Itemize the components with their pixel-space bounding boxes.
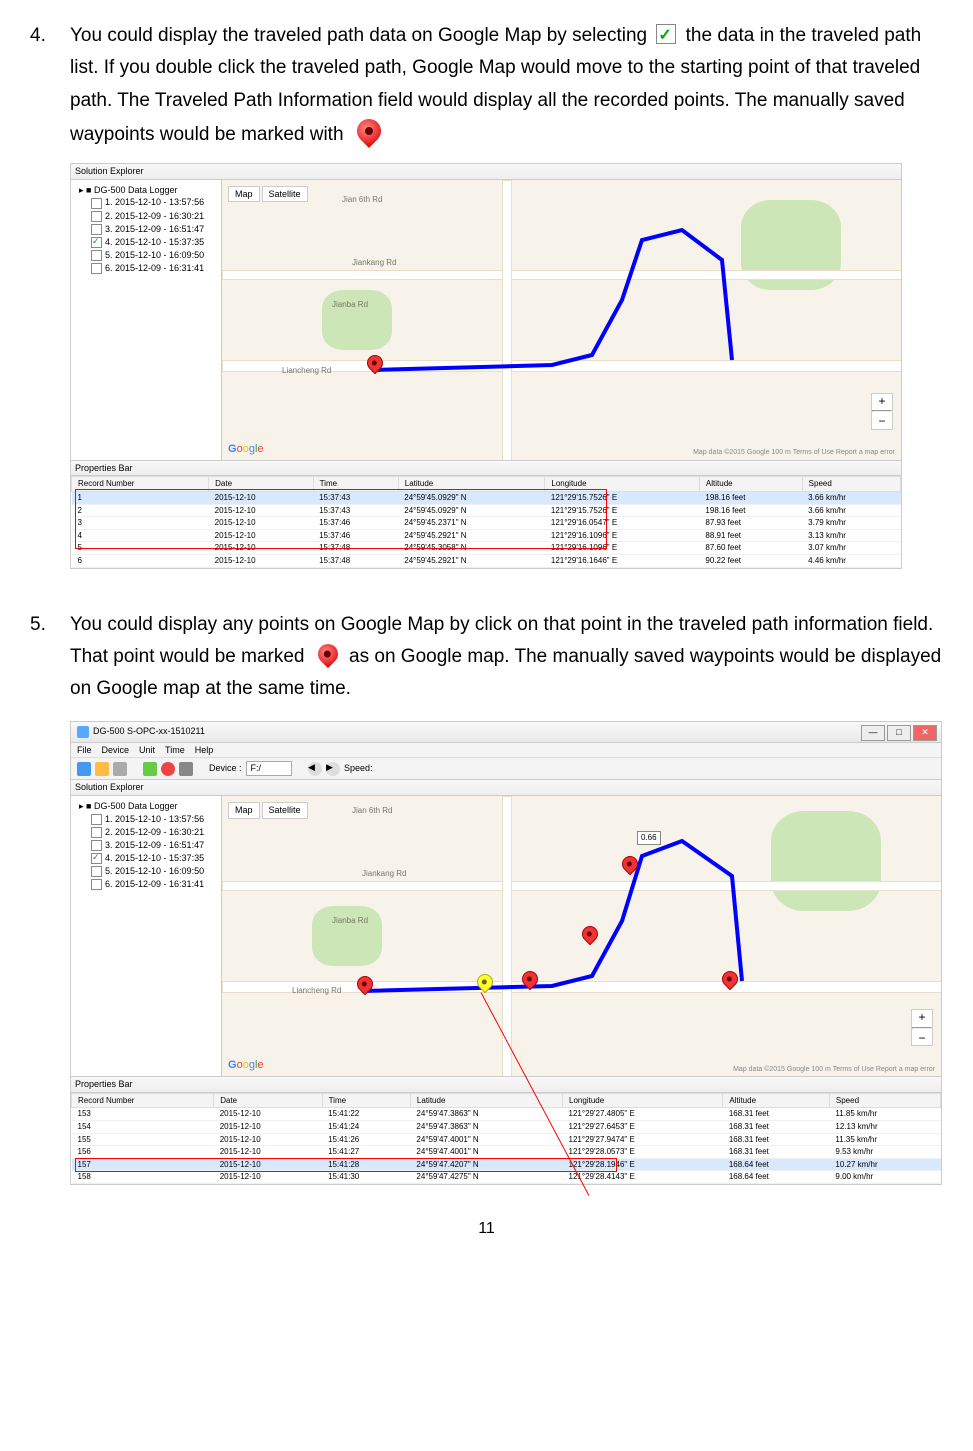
menu-item[interactable]: Time	[165, 745, 185, 755]
table-row[interactable]: 52015-12-1015:37:4824°59'45.3058" N121°2…	[72, 542, 901, 555]
column-header: Longitude	[563, 1093, 723, 1108]
new-icon[interactable]	[77, 762, 91, 776]
table-row[interactable]: 42015-12-1015:37:4624°59'45.2921" N121°2…	[72, 529, 901, 542]
column-header: Altitude	[699, 477, 802, 492]
stop-icon[interactable]	[161, 762, 175, 776]
tree: ▸ ■ DG-500 Data Logger 1. 2015-12-10 - 1…	[71, 796, 221, 896]
map-pin-icon	[314, 642, 340, 672]
list-item-4: 4. You could display the traveled path d…	[30, 20, 943, 594]
menu-item[interactable]: Unit	[139, 745, 155, 755]
column-header: Time	[313, 477, 398, 492]
close-button[interactable]: ✕	[913, 725, 937, 741]
map-area[interactable]: Map Satellite Jian 6th Rd Jiankang Rd Ji…	[222, 796, 941, 1076]
table-row[interactable]: 1552015-12-1015:41:2624°59'47.4001" N121…	[72, 1133, 941, 1146]
tree-item[interactable]: 5. 2015-12-10 - 16:09:50	[77, 249, 215, 262]
window-titlebar: DG-500 S-OPC-xx-1510211 — □ ✕	[71, 722, 941, 743]
tree-root[interactable]: ▸ ■ DG-500 Data Logger	[77, 184, 215, 197]
map-area[interactable]: Map Satellite Jian 6th Rd Jiankang Rd Ji…	[222, 180, 901, 460]
solution-explorer-header: Solution Explorer	[71, 780, 941, 796]
column-header: Latitude	[410, 1093, 562, 1108]
table-row[interactable]: 12015-12-1015:37:4324°59'45.0929" N121°2…	[72, 492, 901, 505]
tree-item[interactable]: 3. 2015-12-09 - 16:51:47	[77, 223, 215, 236]
properties-header: Properties Bar	[71, 1077, 941, 1093]
column-header: Date	[214, 1093, 322, 1108]
window-title: DG-500 S-OPC-xx-1510211	[93, 726, 205, 737]
properties-bar: Properties Bar Record NumberDateTimeLati…	[71, 1076, 941, 1184]
toolbar: Device : F:/ ◀ ▶ Speed:	[71, 758, 941, 780]
menubar: File Device Unit Time Help	[71, 743, 941, 759]
tree-item[interactable]: 5. 2015-12-10 - 16:09:50	[77, 865, 215, 878]
google-logo: Google	[228, 443, 264, 456]
list-number: 4.	[30, 20, 70, 594]
column-header: Time	[322, 1093, 410, 1108]
map-footer: Map data ©2015 Google 100 m Terms of Use…	[733, 1066, 935, 1074]
list-body: You could display the traveled path data…	[70, 20, 943, 594]
save-icon[interactable]	[95, 762, 109, 776]
minimize-button[interactable]: —	[861, 725, 885, 741]
map-value-marker: 0.66	[637, 831, 661, 845]
menu-item[interactable]: File	[77, 745, 92, 755]
solution-explorer-header: Solution Explorer	[71, 164, 901, 180]
table-row[interactable]: 1532015-12-1015:41:2224°59'47.3863" N121…	[72, 1108, 941, 1121]
menu-item[interactable]: Device	[102, 745, 130, 755]
table-row[interactable]: 1562015-12-1015:41:2724°59'47.4001" N121…	[72, 1146, 941, 1159]
tree: ▸ ■ DG-500 Data Logger 1. 2015-12-10 - 1…	[71, 180, 221, 280]
tree-item[interactable]: 1. 2015-12-10 - 13:57:56	[77, 813, 215, 826]
page-number: 11	[30, 1215, 943, 1242]
menu-item[interactable]: Help	[195, 745, 214, 755]
column-header: Date	[209, 477, 313, 492]
properties-bar: Properties Bar Record NumberDateTimeLati…	[71, 460, 901, 568]
list-item-5: 5. You could display any points on Googl…	[30, 609, 943, 706]
map-footer: Map data ©2015 Google 100 m Terms of Use…	[693, 449, 895, 457]
tree-item[interactable]: 6. 2015-12-09 - 16:31:41	[77, 878, 215, 891]
settings-icon[interactable]	[179, 762, 193, 776]
tree-item[interactable]: 1. 2015-12-10 - 13:57:56	[77, 196, 215, 209]
properties-header: Properties Bar	[71, 461, 901, 477]
map-pin-icon	[353, 117, 385, 153]
checkbox-icon	[656, 24, 676, 44]
column-header: Longitude	[545, 477, 700, 492]
table-row[interactable]: 1582015-12-1015:41:3024°59'47.4275" N121…	[72, 1171, 941, 1184]
speed-label: Speed:	[344, 763, 373, 774]
text-part: You could display the traveled path data…	[70, 25, 652, 46]
records-table: Record NumberDateTimeLatitudeLongitudeAl…	[71, 476, 901, 567]
records-table: Record NumberDateTimeLatitudeLongitudeAl…	[71, 1093, 941, 1184]
device-label: Device :	[209, 763, 242, 774]
column-header: Speed	[802, 477, 900, 492]
tree-root[interactable]: ▸ ■ DG-500 Data Logger	[77, 800, 215, 813]
tree-item[interactable]: 2. 2015-12-09 - 16:30:21	[77, 210, 215, 223]
screenshot-1: Solution Explorer ▸ ■ DG-500 Data Logger…	[70, 163, 902, 569]
maximize-button[interactable]: □	[887, 725, 911, 741]
tree-item[interactable]: 6. 2015-12-09 - 16:31:41	[77, 262, 215, 275]
column-header: Latitude	[398, 477, 545, 492]
list-body: You could display any points on Google M…	[70, 609, 943, 706]
table-row[interactable]: 32015-12-1015:37:4624°59'45.2371" N121°2…	[72, 517, 901, 530]
zoom-control[interactable]: +−	[871, 393, 893, 430]
column-header: Record Number	[72, 1093, 214, 1108]
list-number: 5.	[30, 609, 70, 706]
table-row[interactable]: 22015-12-1015:37:4324°59'45.0929" N121°2…	[72, 504, 901, 517]
google-logo: Google	[228, 1059, 264, 1072]
screenshot-2: DG-500 S-OPC-xx-1510211 — □ ✕ File Device…	[70, 721, 942, 1185]
tree-item[interactable]: 3. 2015-12-09 - 16:51:47	[77, 839, 215, 852]
table-row[interactable]: 1572015-12-1015:41:2824°59'47.4207" N121…	[72, 1158, 941, 1171]
device-dropdown[interactable]: F:/	[246, 761, 293, 776]
column-header: Record Number	[72, 477, 209, 492]
table-row[interactable]: 1542015-12-1015:41:2424°59'47.3863" N121…	[72, 1120, 941, 1133]
zoom-control[interactable]: +−	[911, 1009, 933, 1046]
column-header: Altitude	[723, 1093, 830, 1108]
sidebar: ▸ ■ DG-500 Data Logger 1. 2015-12-10 - 1…	[71, 796, 222, 1076]
tree-item[interactable]: 4. 2015-12-10 - 15:37:35	[77, 236, 215, 249]
download-icon[interactable]	[143, 762, 157, 776]
search-icon[interactable]	[113, 762, 127, 776]
tree-item[interactable]: 2. 2015-12-09 - 16:30:21	[77, 826, 215, 839]
play-back-icon[interactable]: ◀	[308, 762, 322, 776]
column-header: Speed	[829, 1093, 940, 1108]
sidebar: ▸ ■ DG-500 Data Logger 1. 2015-12-10 - 1…	[71, 180, 222, 460]
table-row[interactable]: 62015-12-1015:37:4824°59'45.2921" N121°2…	[72, 555, 901, 568]
play-forward-icon[interactable]: ▶	[326, 762, 340, 776]
tree-item[interactable]: 4. 2015-12-10 - 15:37:35	[77, 852, 215, 865]
